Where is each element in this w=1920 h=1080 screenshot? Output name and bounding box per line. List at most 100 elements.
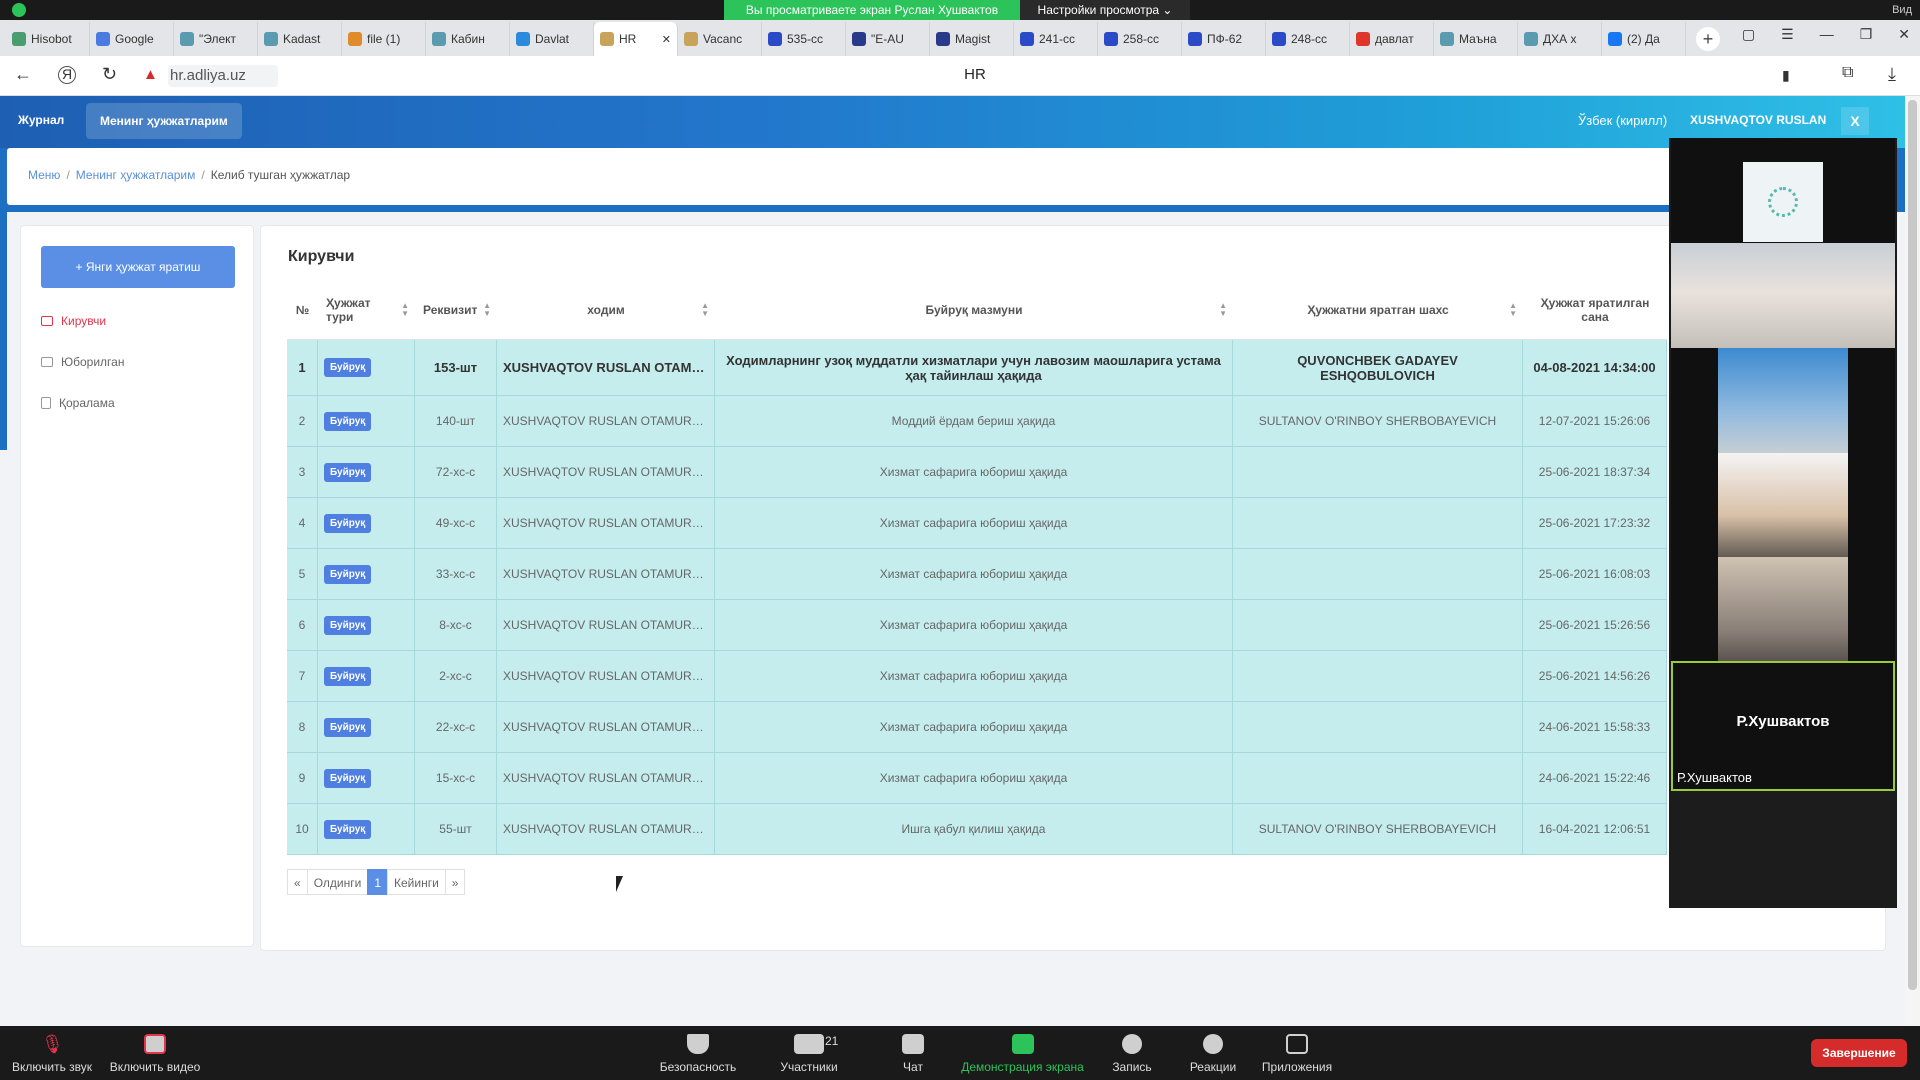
table-row[interactable]: 9 Буйруқ 15-хс-с XUSHVAQTOV RUSLAN OTAMUROD… xyxy=(287,753,1667,804)
browser-tab[interactable]: "E-AU xyxy=(846,22,930,56)
browser-tab[interactable]: "Элект xyxy=(174,22,258,56)
table-row[interactable]: 1 Буйруқ 153-шт XUSHVAQTOV RUSLAN OTAMUROD Х… xyxy=(287,340,1667,396)
col-employee[interactable]: ходим ▲ ▼ xyxy=(497,280,715,340)
view-settings-label: Настройки просмотра xyxy=(1037,3,1160,17)
browser-tab[interactable]: Google xyxy=(90,22,174,56)
doc-type-badge: Буйруқ xyxy=(324,462,372,482)
favicon-icon xyxy=(768,32,782,46)
tab-manager-icon[interactable]: ▢ xyxy=(1742,26,1755,43)
favicon-icon xyxy=(516,32,530,46)
tab-label: Hisobot xyxy=(31,32,72,46)
browser-tab[interactable]: 241-сс xyxy=(1014,22,1098,56)
cell-n: 5 xyxy=(287,549,318,599)
language-selector[interactable]: Ўзбек (кирилл) xyxy=(1578,113,1667,128)
cell-creator xyxy=(1233,753,1523,803)
col-creator[interactable]: Ҳужжатни яратган шахс ▲ ▼ xyxy=(1233,280,1523,340)
download-icon[interactable]: ⤓ xyxy=(1888,64,1896,85)
table-row[interactable]: 4 Буйруқ 49-хс-с XUSHVAQTOV RUSLAN OTAMUROD… xyxy=(287,498,1667,549)
table-row[interactable]: 2 Буйруқ 140-шт XUSHVAQTOV RUSLAN OTAMUROD М… xyxy=(287,396,1667,447)
sort-icon[interactable]: ▲ ▼ xyxy=(1219,302,1227,318)
browser-tab[interactable]: 535-сс xyxy=(762,22,846,56)
sidebar-item-drafts[interactable]: Қоралама xyxy=(41,396,115,410)
bookmark-icon[interactable]: ▮ xyxy=(1782,67,1790,84)
sidebar-item-inbox[interactable]: Кирувчи xyxy=(41,314,106,328)
cell-date: 25-06-2021 16:08:03 xyxy=(1523,549,1667,599)
cell-creator: QUVONCHBEK GADAYEV ESHQOBULOVICH xyxy=(1233,340,1523,395)
browser-tab[interactable]: давлат xyxy=(1350,22,1434,56)
browser-tab[interactable]: ДХА х xyxy=(1518,22,1602,56)
table-row[interactable]: 3 Буйруқ 72-хс-с XUSHVAQTOV RUSLAN OTAMUROD… xyxy=(287,447,1667,498)
participants-button[interactable]: Участники 21 xyxy=(749,1034,869,1074)
table-row[interactable]: 10 Буйруқ 55-шт XUSHVAQTOV RUSLAN OTAMUROD И… xyxy=(287,804,1667,855)
pagination: « Олдинги 1 Кейинги » xyxy=(287,869,466,895)
col-content[interactable]: Буйруқ мазмуни ▲ ▼ xyxy=(715,280,1233,340)
page-next-button[interactable]: Кейинги xyxy=(387,869,446,895)
breadcrumb-menu[interactable]: Меню xyxy=(28,168,60,182)
new-document-button[interactable]: + Янги ҳужжат яратиш xyxy=(41,246,235,288)
nav-my-documents[interactable]: Менинг ҳужжатларим xyxy=(86,103,242,139)
page-last-button[interactable]: » xyxy=(444,869,466,895)
minimize-icon[interactable]: — xyxy=(1820,26,1834,43)
cell-emp: XUSHVAQTOV RUSLAN OTAMUROD xyxy=(497,753,715,803)
cell-date: 16-04-2021 12:06:51 xyxy=(1523,804,1667,854)
nav-journal[interactable]: Журнал xyxy=(18,113,64,127)
apps-button[interactable]: Приложения xyxy=(1237,1034,1357,1074)
close-window-icon[interactable]: ✕ xyxy=(1898,26,1910,43)
page-first-button[interactable]: « xyxy=(287,869,308,895)
table-row[interactable]: 6 Буйруқ 8-хс-с XUSHVAQTOV RUSLAN OTAMUROD Х… xyxy=(287,600,1667,651)
browser-tab[interactable]: Vacanc xyxy=(678,22,762,56)
tab-label: HR xyxy=(619,32,637,46)
user-name[interactable]: XUSHVAQTOV RUSLAN xyxy=(1690,113,1826,127)
apps-icon xyxy=(1286,1034,1308,1054)
browser-tab[interactable]: Hisobot xyxy=(6,22,90,56)
table-row[interactable]: 5 Буйруқ 33-хс-с XUSHVAQTOV RUSLAN OTAMUROD… xyxy=(287,549,1667,600)
collections-icon[interactable]: ⧉ xyxy=(1842,64,1853,82)
doc-type-badge: Буйруқ xyxy=(324,358,372,377)
table-row[interactable]: 8 Буйруқ 22-хс-с XUSHVAQTOV RUSLAN OTAMUROD… xyxy=(287,702,1667,753)
sort-icon[interactable]: ▲ ▼ xyxy=(1509,302,1517,318)
scrollbar-thumb[interactable] xyxy=(1908,100,1917,990)
close-button[interactable]: X xyxy=(1841,107,1869,135)
cell-creator xyxy=(1233,447,1523,497)
col-date[interactable]: Ҳужжат яратилган сана xyxy=(1523,280,1667,340)
cell-req: 55-шт xyxy=(415,804,497,854)
browser-tab[interactable]: HR ✕ xyxy=(594,22,678,56)
browser-tab[interactable]: Маъна xyxy=(1434,22,1518,56)
url-field[interactable]: hr.adliya.uz xyxy=(168,65,278,87)
reload-icon[interactable]: ↻ xyxy=(102,64,117,85)
sort-icon[interactable]: ▲ ▼ xyxy=(701,302,709,318)
security-button[interactable]: Безопасность xyxy=(638,1034,758,1074)
close-tab-icon[interactable]: ✕ xyxy=(662,33,671,46)
view-button[interactable]: Вид xyxy=(1892,0,1912,20)
back-icon[interactable]: ← xyxy=(14,64,32,85)
cell-type: Буйруқ xyxy=(318,600,415,650)
browser-tab[interactable]: (2) Да xyxy=(1602,22,1686,56)
yandex-icon[interactable]: Я xyxy=(58,66,76,84)
new-tab-button[interactable]: + xyxy=(1696,27,1720,51)
browser-tab[interactable]: file (1) xyxy=(342,22,426,56)
browser-tab[interactable]: ПФ-62 xyxy=(1182,22,1266,56)
sort-icon[interactable]: ▲ ▼ xyxy=(401,302,409,318)
table-row[interactable]: 7 Буйруқ 2-хс-с XUSHVAQTOV RUSLAN OTAMUROD Х… xyxy=(287,651,1667,702)
browser-tab[interactable]: Davlat xyxy=(510,22,594,56)
sort-icon[interactable]: ▲ ▼ xyxy=(483,302,491,318)
browser-tab[interactable]: 258-сс xyxy=(1098,22,1182,56)
video-button[interactable]: Включить видео xyxy=(95,1034,215,1074)
participant-tile[interactable]: Р.Хушвактов Р.Хушвактов xyxy=(1671,661,1895,791)
browser-tab[interactable]: Kadast xyxy=(258,22,342,56)
restore-icon[interactable]: ❐ xyxy=(1860,26,1873,43)
sidebar-item-sent[interactable]: Юборилган xyxy=(41,355,124,369)
end-meeting-button[interactable]: Завершение xyxy=(1811,1039,1907,1067)
menu-icon[interactable]: ☰ xyxy=(1781,26,1794,43)
cell-date: 12-07-2021 15:26:06 xyxy=(1523,396,1667,446)
page-prev-button[interactable]: Олдинги xyxy=(306,869,369,895)
breadcrumb-my-documents[interactable]: Менинг ҳужжатларим xyxy=(76,168,196,182)
browser-tab[interactable]: Magist xyxy=(930,22,1014,56)
view-settings-button[interactable]: Настройки просмотра ⌄ xyxy=(1020,0,1190,20)
browser-tab[interactable]: Кабин xyxy=(426,22,510,56)
col-requisite[interactable]: Реквизит ▲ ▼ xyxy=(415,280,497,340)
mic-off-icon: 🎙 xyxy=(41,1034,64,1054)
browser-tab[interactable]: 248-сс xyxy=(1266,22,1350,56)
page-current[interactable]: 1 xyxy=(367,869,388,895)
col-doc-type[interactable]: Ҳужжат тури ▲ ▼ xyxy=(318,280,415,340)
